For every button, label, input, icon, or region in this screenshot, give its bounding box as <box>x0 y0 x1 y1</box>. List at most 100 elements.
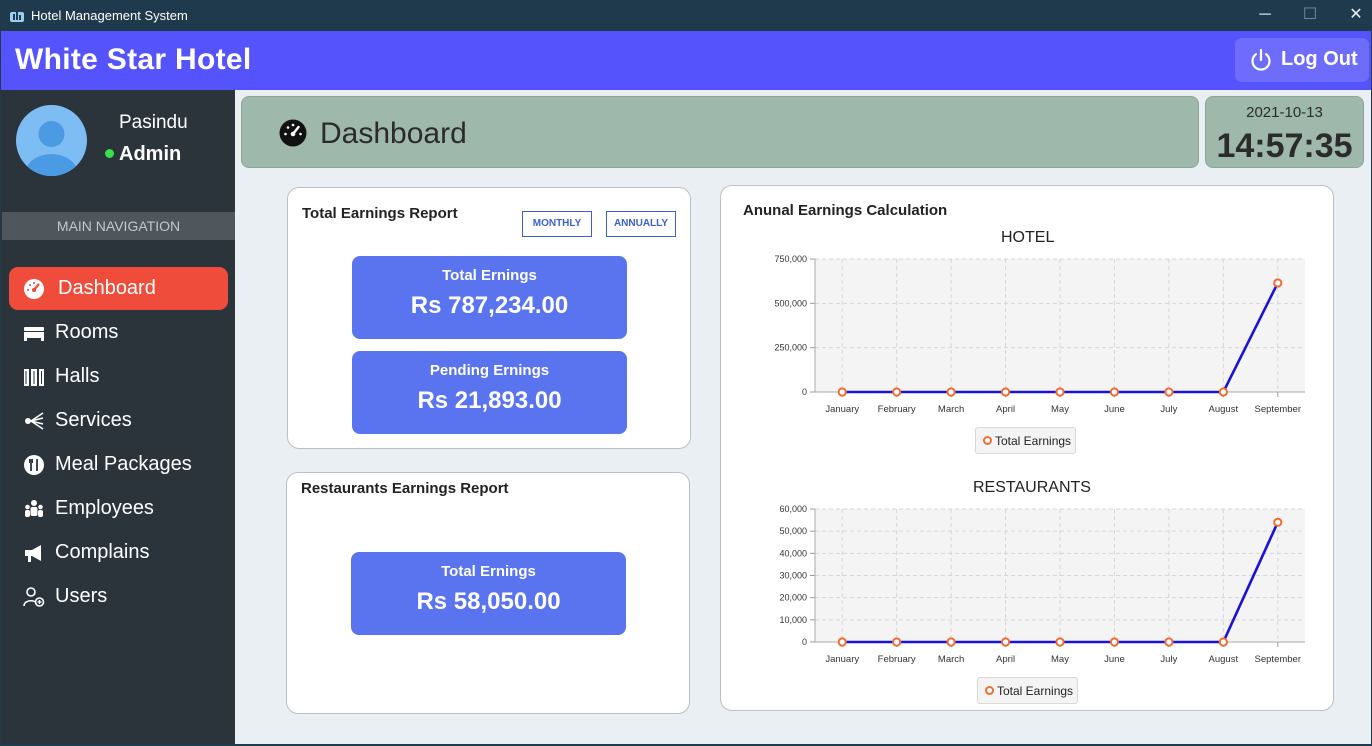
x-tick-label: June <box>1104 654 1125 665</box>
window-title: Hotel Management System <box>31 8 188 23</box>
data-point <box>1055 387 1065 397</box>
y-tick-label: 250,000 <box>774 343 807 353</box>
restaurant-total-earnings-stat: Total Ernings Rs 58,050.00 <box>351 552 626 635</box>
sidebar-item-dashboard[interactable]: Dashboard <box>9 267 228 310</box>
legend-marker-icon <box>985 686 994 695</box>
data-point <box>1109 387 1120 397</box>
x-tick-label: May <box>1051 654 1069 665</box>
y-tick-label: 0 <box>802 637 807 647</box>
legend-label: Total Earnings <box>997 684 1074 698</box>
x-tick-label: April <box>996 404 1015 415</box>
data-point <box>892 387 902 397</box>
current-time: 14:57:35 <box>1216 127 1353 165</box>
sidebar-item-complains[interactable]: Complains <box>9 531 228 574</box>
y-tick-label: 500,000 <box>774 298 807 308</box>
data-point <box>1164 637 1174 647</box>
sidebar-item-label: Meal Packages <box>55 453 192 475</box>
date-time-panel: 2021-10-13 14:57:35 <box>1205 96 1364 168</box>
sidebar-item-services[interactable]: Services <box>9 399 228 442</box>
total-earnings-card: Total Earnings Report MONTHLY ANNUALLY T… <box>287 187 691 449</box>
sidebar-item-meal-packages[interactable]: Meal Packages <box>9 443 228 486</box>
x-tick-label: April <box>996 654 1015 665</box>
main-navigation-header: MAIN NAVIGATION <box>2 212 235 240</box>
y-tick-label: 750,000 <box>774 254 807 264</box>
sidebar-item-halls[interactable]: Halls <box>9 355 228 398</box>
services-icon <box>25 412 44 430</box>
restaurants-chart-legend: Total Earnings <box>977 677 1078 704</box>
dashboard-gauge-icon <box>279 119 307 147</box>
meal-icon <box>24 455 44 475</box>
sidebar-item-label: Services <box>55 409 132 431</box>
avatar <box>16 105 87 176</box>
restaurant-earnings-title: Restaurants Earnings Report <box>301 480 509 497</box>
sidebar-item-employees[interactable]: Employees <box>9 487 228 530</box>
y-tick-label: 30,000 <box>779 571 807 581</box>
page-title: Dashboard <box>320 117 467 150</box>
y-tick-label: 60,000 <box>779 504 807 514</box>
restaurant-earnings-card: Restaurants Earnings Report Total Erning… <box>286 472 690 714</box>
x-tick-label: March <box>938 404 964 415</box>
annual-earnings-card: Anunal Earnings Calculation HOTEL 0 250,0… <box>720 185 1334 711</box>
x-tick-label: March <box>938 654 964 665</box>
stat-value: Rs 58,050.00 <box>416 588 561 615</box>
sidebar-item-rooms[interactable]: Rooms <box>9 311 228 354</box>
data-point <box>1273 517 1283 527</box>
stat-value: Rs 787,234.00 <box>410 292 569 319</box>
x-tick-label: July <box>1160 404 1177 415</box>
user-name: Pasindu <box>119 112 188 133</box>
x-tick-label: September <box>1255 654 1301 665</box>
x-tick-label: May <box>1051 404 1069 415</box>
sidebar-item-label: Halls <box>55 365 100 387</box>
data-point <box>1218 387 1228 397</box>
employees-icon <box>25 500 43 517</box>
stat-value: Rs 21,893.00 <box>417 387 562 414</box>
main-content: Dashboard 2021-10-13 14:57:35 Total Earn… <box>235 90 1371 744</box>
megaphone-icon <box>25 545 41 562</box>
monthly-button[interactable]: MONTHLY <box>522 211 592 237</box>
user-role: Admin <box>119 143 182 165</box>
sidebar-item-label: Dashboard <box>58 277 156 299</box>
restaurants-earnings-chart: 0 10,000 20,000 30,000 40,000 50,000 60,000 Jan… <box>779 504 1305 665</box>
hall-icon <box>24 369 44 386</box>
total-earnings-title: Total Earnings Report <box>302 205 458 222</box>
maximize-button[interactable]: ☐ <box>1287 0 1333 31</box>
sidebar-item-label: Employees <box>55 497 154 519</box>
x-tick-label: February <box>878 404 916 415</box>
hotel-earnings-chart: 0 250,000 500,000 750,000 January February Mar… <box>774 254 1305 415</box>
logout-button[interactable]: Log Out <box>1235 38 1369 82</box>
sidebar-item-label: Complains <box>55 541 150 563</box>
x-tick-label: September <box>1255 404 1301 415</box>
sidebar-item-label: Users <box>55 585 108 607</box>
chart-title-restaurants: RESTAURANTS <box>973 479 1091 496</box>
data-point <box>837 387 847 397</box>
x-tick-label: August <box>1209 404 1239 415</box>
sidebar: Pasindu Admin MAIN NAVIGATION Dashboard … <box>1 90 235 744</box>
data-point <box>946 387 956 397</box>
online-status-icon <box>105 149 114 158</box>
dashboard-gauge-icon <box>24 279 44 299</box>
minimize-button[interactable]: ─ <box>1242 0 1288 31</box>
stat-label: Pending Ernings <box>429 362 550 379</box>
y-tick-label: 0 <box>802 387 807 397</box>
y-tick-label: 50,000 <box>779 526 807 536</box>
close-button[interactable]: ✕ <box>1333 0 1372 31</box>
data-point <box>1273 278 1283 288</box>
x-tick-label: February <box>878 654 916 665</box>
x-tick-label: June <box>1104 404 1125 415</box>
dashboard-banner: Dashboard <box>241 96 1199 168</box>
x-tick-label: January <box>825 654 859 665</box>
x-tick-label: January <box>825 404 859 415</box>
data-point <box>837 637 847 647</box>
data-point <box>946 637 956 647</box>
annually-button[interactable]: ANNUALLY <box>606 211 676 237</box>
app-header: White Star Hotel Log Out <box>1 31 1371 90</box>
y-tick-label: 40,000 <box>779 548 807 558</box>
legend-marker-icon <box>983 436 992 445</box>
legend-label: Total Earnings <box>995 434 1072 448</box>
logout-label: Log Out <box>1281 48 1358 70</box>
sidebar-item-users[interactable]: Users <box>9 575 228 618</box>
x-tick-label: August <box>1209 654 1239 665</box>
data-point <box>1164 387 1174 397</box>
stat-label: Total Ernings <box>442 267 537 284</box>
title-bar: Hotel Management System ─ ☐ ✕ <box>0 0 1372 31</box>
